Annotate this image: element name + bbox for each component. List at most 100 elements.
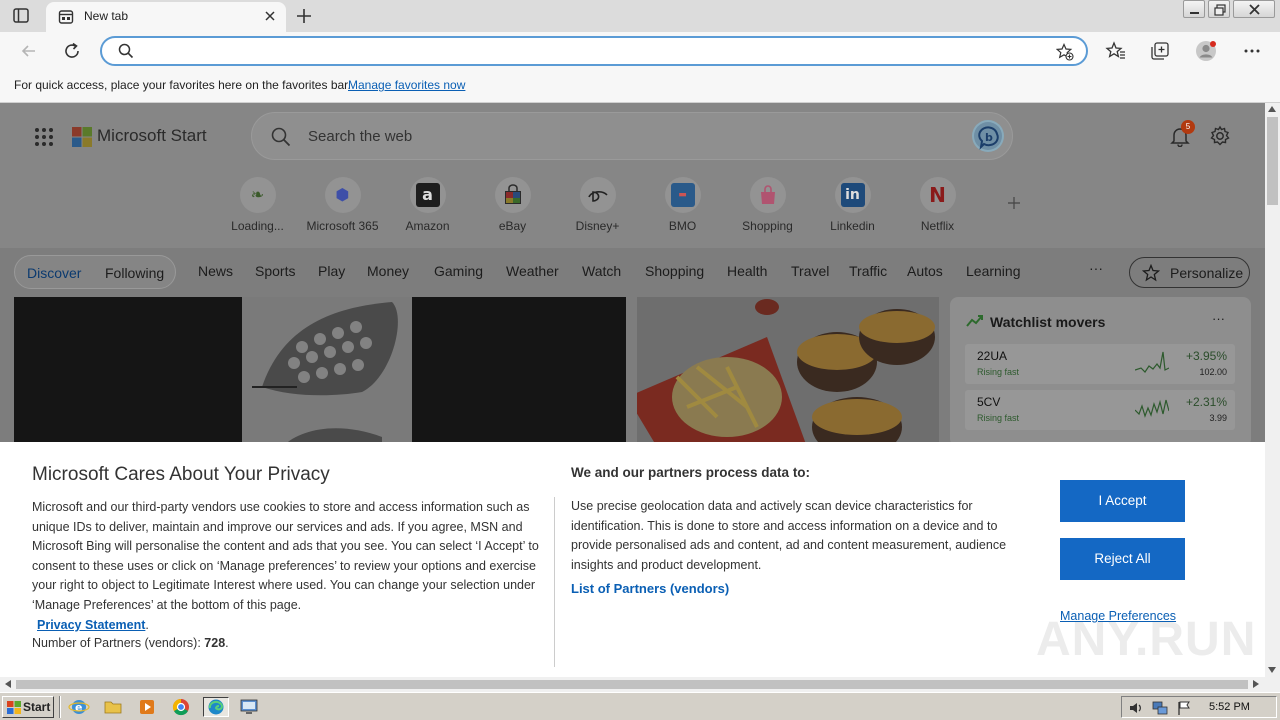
watchlist-more-button[interactable]: ··· [1212, 311, 1225, 326]
privacy-body-text: Microsoft and our third-party vendors us… [32, 500, 539, 612]
nav-item-health[interactable]: Health [727, 263, 767, 279]
restore-window-button[interactable] [1208, 0, 1230, 18]
add-quicklink-plus-icon[interactable] [1006, 195, 1022, 211]
quicklink-label: eBay [498, 219, 527, 233]
food-story-card[interactable] [637, 297, 939, 447]
action-center-flag-icon[interactable] [1176, 700, 1192, 716]
nav-item-shopping[interactable]: Shopping [645, 263, 704, 279]
accept-button[interactable]: I Accept [1060, 480, 1185, 522]
favorites-icon[interactable] [1105, 40, 1127, 62]
edge-browser-icon[interactable] [203, 697, 229, 717]
privacy-statement-link[interactable]: Privacy Statement [37, 618, 145, 632]
privacy-title: Microsoft Cares About Your Privacy [32, 464, 330, 485]
nav-item-news[interactable]: News [198, 263, 233, 279]
vertical-scrollbar[interactable] [1265, 103, 1280, 677]
add-favorite-star-icon[interactable] [1055, 43, 1074, 61]
ebay-icon [494, 177, 531, 213]
nav-item-traffic[interactable]: Traffic [849, 263, 887, 279]
browser-tab[interactable]: New tab [46, 2, 286, 32]
internet-explorer-icon[interactable]: e [68, 697, 90, 717]
search-icon [118, 43, 134, 59]
stock-price: 102.00 [1199, 367, 1227, 377]
nav-item-weather[interactable]: Weather [506, 263, 559, 279]
quick-links: ❧ Loading... ⬢ Microsoft 365 a Amazon eB… [215, 177, 975, 235]
personalize-button[interactable]: Personalize [1129, 257, 1250, 288]
hero-story-card[interactable] [14, 297, 626, 447]
manage-favorites-link[interactable]: Manage favorites now [348, 78, 465, 92]
page-settings-gear-icon[interactable] [1209, 125, 1231, 147]
app-launcher-icon[interactable] [34, 127, 54, 147]
bing-chat-icon[interactable]: b [972, 120, 1004, 152]
favorites-bar: For quick access, place your favorites h… [0, 70, 1280, 103]
scrollbar-corner [1265, 677, 1280, 692]
scroll-up-arrow-icon[interactable] [1268, 106, 1276, 112]
horizontal-scroll-thumb[interactable] [16, 680, 1248, 689]
quicklink-netflix[interactable]: N Netflix [895, 177, 980, 233]
back-arrow-icon[interactable] [18, 40, 40, 62]
scroll-down-arrow-icon[interactable] [1268, 667, 1276, 673]
horizontal-scrollbar[interactable] [0, 677, 1265, 692]
refresh-icon[interactable] [61, 40, 83, 62]
settings-more-icon[interactable] [1241, 40, 1263, 62]
nav-item-gaming[interactable]: Gaming [434, 263, 483, 279]
new-tab-button[interactable] [294, 6, 314, 26]
search-icon [270, 126, 292, 148]
minimize-window-button[interactable] [1183, 0, 1205, 18]
brand-title[interactable]: Microsoft Start [97, 126, 207, 146]
quicklink-shopping[interactable]: Shopping [725, 177, 810, 233]
quicklink-amazon[interactable]: a Amazon [385, 177, 470, 233]
file-explorer-icon[interactable] [102, 697, 124, 717]
vertical-scroll-thumb[interactable] [1267, 117, 1278, 205]
collections-icon[interactable] [1149, 40, 1171, 62]
web-search-box[interactable]: Search the web b [251, 112, 1013, 160]
quicklink-bmo[interactable]: ▬ BMO [640, 177, 725, 233]
feed-toggle: Discover Following [14, 255, 176, 289]
tab-following[interactable]: Following [105, 265, 164, 281]
browser-toolbar [0, 32, 1280, 70]
watchlist-row[interactable]: 5CV Rising fast +2.31% 3.99 [965, 390, 1235, 430]
quicklink-label: Microsoft 365 [306, 219, 379, 233]
partners-count-line: Number of Partners (vendors): 728. [32, 636, 229, 650]
quicklink-label: BMO [668, 219, 697, 233]
network-icon[interactable] [1152, 700, 1168, 716]
quicklink-loading[interactable]: ❧ Loading... [215, 177, 300, 233]
personalize-sparkle-icon [1141, 263, 1161, 282]
scroll-left-arrow-icon[interactable] [5, 680, 11, 688]
quicklink-label: Loading... [231, 219, 284, 233]
remote-desktop-icon[interactable] [238, 697, 260, 717]
loading-icon: ❧ [239, 177, 276, 213]
nav-item-learning[interactable]: Learning [966, 263, 1021, 279]
quicklink-linkedin[interactable]: in Linkedin [810, 177, 895, 233]
reject-all-button[interactable]: Reject All [1060, 538, 1185, 580]
nav-item-watch[interactable]: Watch [582, 263, 621, 279]
close-tab-icon[interactable] [262, 8, 278, 24]
nav-item-autos[interactable]: Autos [907, 263, 943, 279]
profile-avatar-icon[interactable] [1195, 40, 1217, 62]
quicklink-ebay[interactable]: eBay [470, 177, 555, 233]
linkedin-icon: in [834, 177, 871, 213]
taskbar-clock[interactable]: 5:52 PM [1209, 701, 1250, 713]
nav-item-travel[interactable]: Travel [791, 263, 829, 279]
address-bar[interactable] [100, 36, 1088, 66]
tab-discover[interactable]: Discover [27, 265, 81, 281]
watchlist-row[interactable]: 22UA Rising fast +3.95% 102.00 [965, 344, 1235, 384]
partners-count-label: Number of Partners (vendors): [32, 636, 205, 650]
volume-icon[interactable] [1128, 700, 1144, 716]
list-of-partners-link[interactable]: List of Partners (vendors) [571, 581, 729, 596]
nav-item-sports[interactable]: Sports [255, 263, 295, 279]
chrome-icon[interactable] [170, 697, 192, 717]
quicklink-label: Shopping [742, 219, 793, 233]
close-window-button[interactable] [1233, 0, 1275, 18]
nav-item-play[interactable]: Play [318, 263, 345, 279]
manage-preferences-link[interactable]: Manage Preferences [1060, 609, 1176, 623]
partners-count-period: . [225, 636, 229, 650]
scroll-right-arrow-icon[interactable] [1253, 680, 1259, 688]
nav-item-money[interactable]: Money [367, 263, 409, 279]
nav-more-button[interactable]: ··· [1089, 260, 1103, 276]
quicklink-label: Amazon [405, 219, 450, 233]
start-button[interactable]: Start [2, 696, 54, 718]
quicklink-disney-plus[interactable]: Disney+ [555, 177, 640, 233]
tab-actions-icon[interactable] [12, 7, 30, 25]
media-player-icon[interactable] [136, 697, 158, 717]
quicklink-microsoft-365[interactable]: ⬢ Microsoft 365 [300, 177, 385, 233]
